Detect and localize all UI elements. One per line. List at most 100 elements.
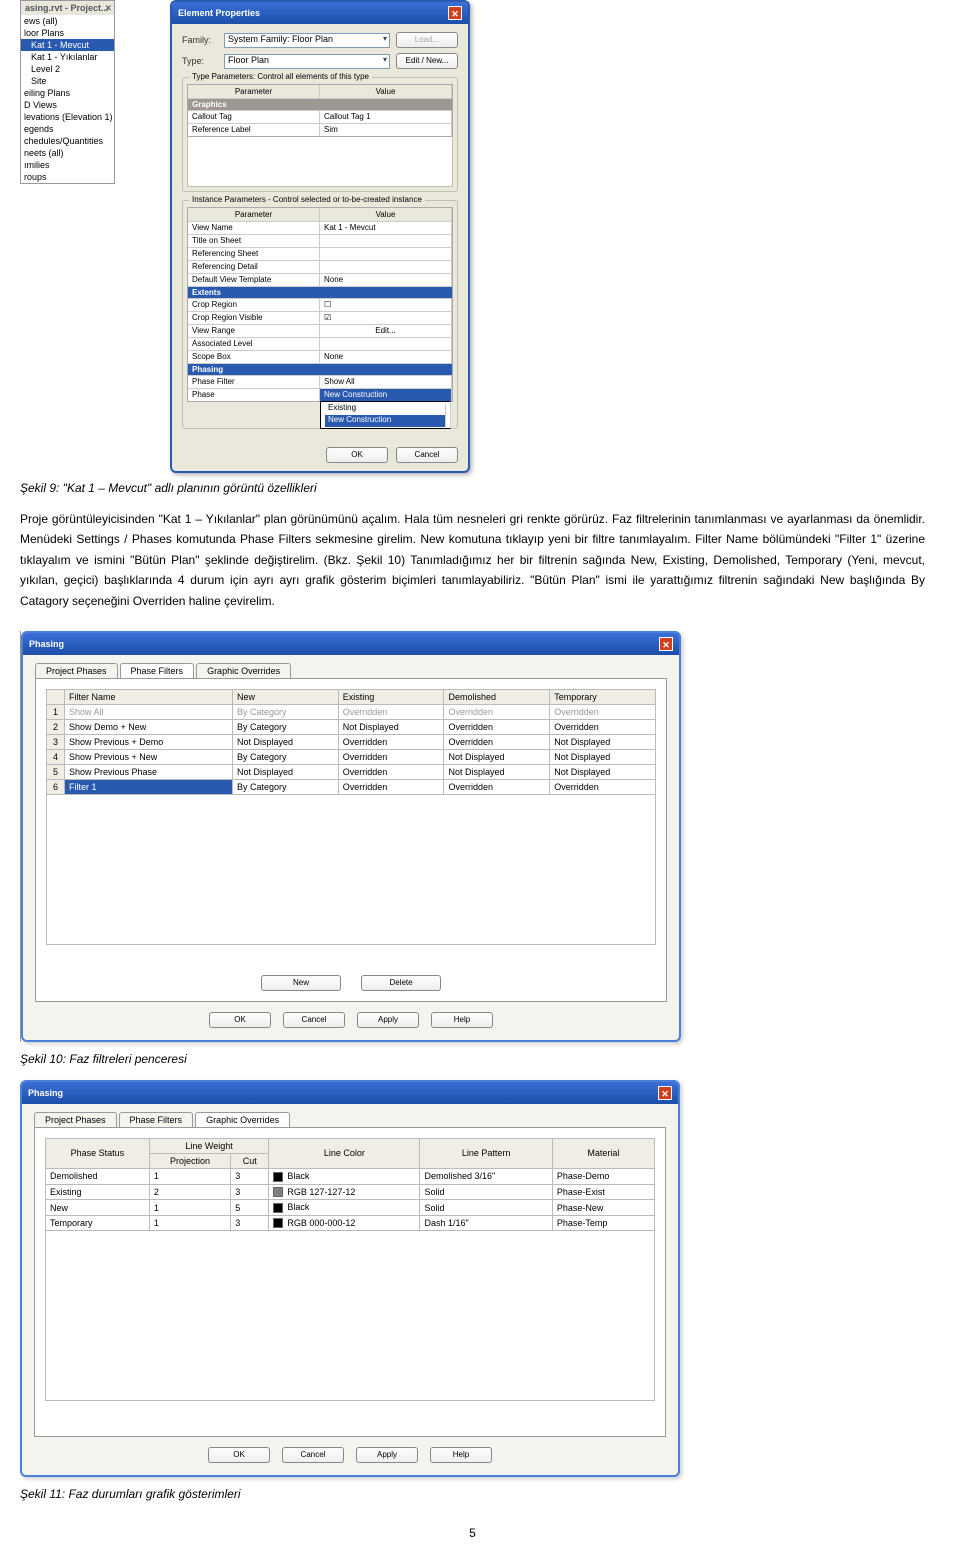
- tab-phase-filters[interactable]: Phase Filters: [119, 1112, 194, 1127]
- col-new: New: [232, 689, 338, 704]
- close-icon[interactable]: ✕: [104, 3, 112, 14]
- tree-item[interactable]: levations (Elevation 1): [21, 111, 114, 123]
- dialog-title: Phasing: [28, 1088, 63, 1098]
- category-extents[interactable]: Extents: [188, 286, 452, 298]
- table-row: New15BlackSolidPhase-New: [46, 1200, 655, 1216]
- param-row: Referencing Detail: [188, 260, 452, 273]
- tree-item[interactable]: egends: [21, 123, 114, 135]
- col-line-color: Line Color: [269, 1138, 420, 1168]
- close-icon[interactable]: ✕: [658, 1086, 672, 1100]
- cancel-button[interactable]: Cancel: [282, 1447, 344, 1463]
- tab-project-phases[interactable]: Project Phases: [34, 1112, 117, 1127]
- table-row: 4Show Previous + NewBy CategoryOverridde…: [47, 749, 656, 764]
- tab-graphic-overrides[interactable]: Graphic Overrides: [196, 663, 291, 678]
- family-combo[interactable]: System Family: Floor Plan: [224, 33, 390, 48]
- cancel-button[interactable]: Cancel: [396, 447, 458, 463]
- param-row: Phase FilterShow All: [188, 375, 452, 388]
- col-material: Material: [552, 1138, 654, 1168]
- close-icon[interactable]: ✕: [448, 6, 462, 20]
- tree-item-selected[interactable]: Kat 1 - Mevcut: [21, 39, 114, 51]
- param-header: Parameter: [188, 208, 320, 221]
- tree-item[interactable]: D Views: [21, 99, 114, 111]
- tab-strip: Project Phases Phase Filters Graphic Ove…: [22, 1104, 678, 1127]
- phasing-dialog-overrides: Phasing ✕ Project Phases Phase Filters G…: [20, 1080, 680, 1477]
- element-properties-dialog: Element Properties ✕ Family: System Fami…: [170, 0, 470, 473]
- tree-item[interactable]: neets (all): [21, 147, 114, 159]
- instance-legend: Instance Parameters - Control selected o…: [189, 195, 425, 204]
- new-button[interactable]: New: [261, 975, 341, 991]
- close-icon[interactable]: ✕: [659, 637, 673, 651]
- delete-button[interactable]: Delete: [361, 975, 441, 991]
- table-row: Temporary13RGB 000-000-12Dash 1/16"Phase…: [46, 1215, 655, 1231]
- dialog-title-bar[interactable]: Phasing ✕: [22, 1082, 678, 1104]
- value-header: Value: [320, 208, 452, 221]
- dialog-title: Element Properties: [178, 8, 260, 18]
- grid-blank: [187, 137, 453, 187]
- table-row: Demolished13BlackDemolished 3/16"Phase-D…: [46, 1168, 655, 1184]
- tree-item[interactable]: Site: [21, 75, 114, 87]
- tree-item[interactable]: loor Plans: [21, 27, 114, 39]
- table-row: 5Show Previous PhaseNot DisplayedOverrid…: [47, 764, 656, 779]
- phase-dropdown[interactable]: New Construction Existing New Constructi…: [320, 389, 452, 401]
- category-graphics[interactable]: Graphics: [188, 98, 452, 110]
- apply-button[interactable]: Apply: [357, 1012, 419, 1028]
- figure-9-caption: Şekil 9: "Kat 1 – Mevcut" adlı planının …: [20, 481, 925, 495]
- tree-item[interactable]: Level 2: [21, 63, 114, 75]
- apply-button[interactable]: Apply: [356, 1447, 418, 1463]
- param-row: Title on Sheet: [188, 234, 452, 247]
- tab-phase-filters[interactable]: Phase Filters: [120, 663, 195, 678]
- param-row: View NameKat 1 - Mevcut: [188, 221, 452, 234]
- instance-parameters-group: Instance Parameters - Control selected o…: [182, 200, 458, 429]
- tree-item[interactable]: ews (all): [21, 15, 114, 27]
- type-params-legend: Type Parameters: Control all elements of…: [189, 72, 372, 81]
- instance-params-grid[interactable]: Parameter Value View NameKat 1 - Mevcut …: [187, 207, 453, 402]
- col-filter-name: Filter Name: [65, 689, 233, 704]
- color-swatch-icon: [273, 1218, 283, 1228]
- phase-filters-table[interactable]: Filter Name New Existing Demolished Temp…: [46, 689, 656, 795]
- param-header: Parameter: [188, 85, 320, 98]
- project-browser[interactable]: ✕ asing.rvt - Project... ews (all) loor …: [20, 0, 115, 184]
- graphic-overrides-table[interactable]: Phase Status Line Weight Line Color Line…: [45, 1138, 655, 1402]
- cancel-button[interactable]: Cancel: [283, 1012, 345, 1028]
- param-row: Reference LabelSim: [188, 123, 452, 136]
- phase-option[interactable]: Existing: [325, 403, 446, 415]
- tree-item[interactable]: ımilies: [21, 159, 114, 171]
- tab-strip: Project Phases Phase Filters Graphic Ove…: [23, 655, 679, 678]
- ok-button[interactable]: OK: [326, 447, 388, 463]
- type-combo[interactable]: Floor Plan: [224, 54, 390, 69]
- param-row-phase: Phase New Construction Existing New Cons…: [188, 388, 452, 401]
- figure-10-caption: Şekil 10: Faz filtreleri penceresi: [20, 1052, 925, 1066]
- tab-graphic-overrides[interactable]: Graphic Overrides: [195, 1112, 290, 1127]
- tree-item[interactable]: roups: [21, 171, 114, 183]
- dialog-title-bar[interactable]: Phasing ✕: [23, 633, 679, 655]
- help-button[interactable]: Help: [431, 1012, 493, 1028]
- tree-item[interactable]: Kat 1 - Yıkılanlar: [21, 51, 114, 63]
- category-phasing[interactable]: Phasing: [188, 363, 452, 375]
- param-row: Crop Region☐: [188, 298, 452, 311]
- dialog-title: Phasing: [29, 639, 64, 649]
- tree-item[interactable]: eiling Plans: [21, 87, 114, 99]
- col-line-pattern: Line Pattern: [420, 1138, 552, 1168]
- phase-dropdown-list[interactable]: Existing New Construction: [320, 401, 451, 429]
- ok-button[interactable]: OK: [209, 1012, 271, 1028]
- type-label: Type:: [182, 56, 218, 66]
- load-button[interactable]: Load...: [396, 32, 458, 48]
- param-row: Associated Level: [188, 337, 452, 350]
- body-paragraph-1: Proje görüntüleyicisinden "Kat 1 – Yıkıl…: [20, 509, 925, 611]
- col-demolished: Demolished: [444, 689, 550, 704]
- phasing-dialog-filters: Phasing ✕ Project Phases Phase Filters G…: [21, 631, 681, 1042]
- grid-blank: [46, 795, 656, 945]
- col-phase-status: Phase Status: [46, 1138, 150, 1168]
- table-row: 1Show AllBy CategoryOverriddenOverridden…: [47, 704, 656, 719]
- table-row: 2Show Demo + NewBy CategoryNot Displayed…: [47, 719, 656, 734]
- tab-project-phases[interactable]: Project Phases: [35, 663, 118, 678]
- dialog-title-bar[interactable]: Element Properties ✕: [172, 2, 468, 24]
- edit-new-button[interactable]: Edit / New...: [396, 53, 458, 69]
- help-button[interactable]: Help: [430, 1447, 492, 1463]
- type-params-grid[interactable]: Parameter Value Graphics Callout TagCall…: [187, 84, 453, 137]
- tree-item[interactable]: chedules/Quantities: [21, 135, 114, 147]
- table-row: 6Filter 1By CategoryOverriddenOverridden…: [47, 779, 656, 794]
- phase-option-selected[interactable]: New Construction: [325, 415, 446, 427]
- ok-button[interactable]: OK: [208, 1447, 270, 1463]
- param-row: Referencing Sheet: [188, 247, 452, 260]
